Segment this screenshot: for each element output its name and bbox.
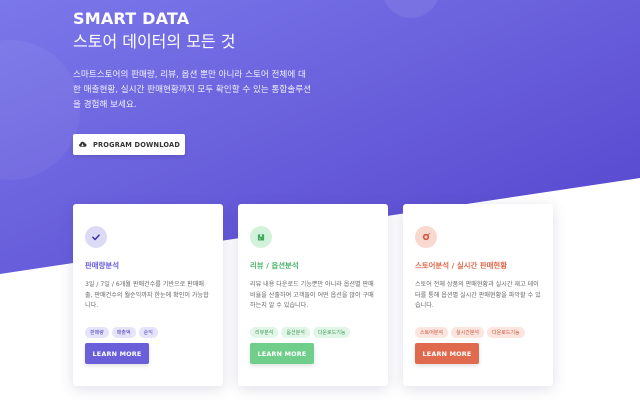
learn-more-button[interactable]: LEARN MORE <box>415 343 479 364</box>
check-icon <box>85 226 107 248</box>
tag-list: 스토어분석 실시간분석 다운로드기능 <box>415 327 541 338</box>
card-title: 스토어분석 / 실시간 판매현황 <box>415 261 508 270</box>
feature-card-store: 스토어분석 / 실시간 판매현황 스토어 전체 상품의 판매현황과 실시간 재고… <box>403 204 553 386</box>
tag: 다운로드기능 <box>312 327 351 338</box>
tag: 리뷰분석 <box>250 327 279 338</box>
tag: 다운로드기능 <box>487 327 525 338</box>
tag-list: 리뷰분석 옵션분석 다운로드기능 <box>250 327 376 338</box>
card-title: 리뷰 / 옵션분석 <box>250 261 299 270</box>
card-title: 판매량분석 <box>85 261 119 270</box>
target-icon <box>415 226 437 248</box>
feature-card-sales: 판매량분석 3일 / 7일 / 6개월 판매건수를 기반으로 판매매출, 판매건… <box>73 204 223 386</box>
tag: 옵션분석 <box>281 327 310 338</box>
tag-list: 판매량 매출액 순익 <box>85 327 211 338</box>
hero-title: SMART DATA <box>73 9 190 28</box>
hero-subtitle: 스토어 데이터의 모든 것 <box>73 32 236 51</box>
learn-more-button[interactable]: LEARN MORE <box>250 343 314 364</box>
tag: 판매량 <box>85 327 109 338</box>
card-description: 리뷰 내용 다운로드 기능뿐만 아니라 옵션별 판매비율을 산출하여 고객들이 … <box>250 281 374 309</box>
cloud-download-icon <box>79 141 87 147</box>
tag: 스토어분석 <box>415 327 449 338</box>
box-icon <box>250 226 272 248</box>
program-download-button[interactable]: PROGRAM DOWNLOAD <box>73 134 185 155</box>
hero-description: 스마트스토어의 판매량, 리뷰, 옵션 뿐만 아니라 스토어 전체에 대한 매출… <box>73 70 312 110</box>
download-button-label: PROGRAM DOWNLOAD <box>92 140 180 149</box>
feature-card-review: 리뷰 / 옵션분석 리뷰 내용 다운로드 기능뿐만 아니라 옵션별 판매비율을 … <box>238 204 388 386</box>
card-description: 3일 / 7일 / 6개월 판매건수를 기반으로 판매매출, 판매건수의 월순익… <box>85 281 209 309</box>
tag: 실시간분석 <box>451 327 485 338</box>
learn-more-button[interactable]: LEARN MORE <box>85 343 149 364</box>
card-description: 스토어 전체 상품의 판매현황과 실시간 재고 데이터를 통해 옵션별 실시간 … <box>415 281 541 309</box>
tag: 매출액 <box>111 327 136 338</box>
tag: 순익 <box>138 327 158 338</box>
hero-text-block: SMART DATA 스토어 데이터의 모든 것 스마트스토어의 판매량, 리뷰… <box>73 10 313 113</box>
